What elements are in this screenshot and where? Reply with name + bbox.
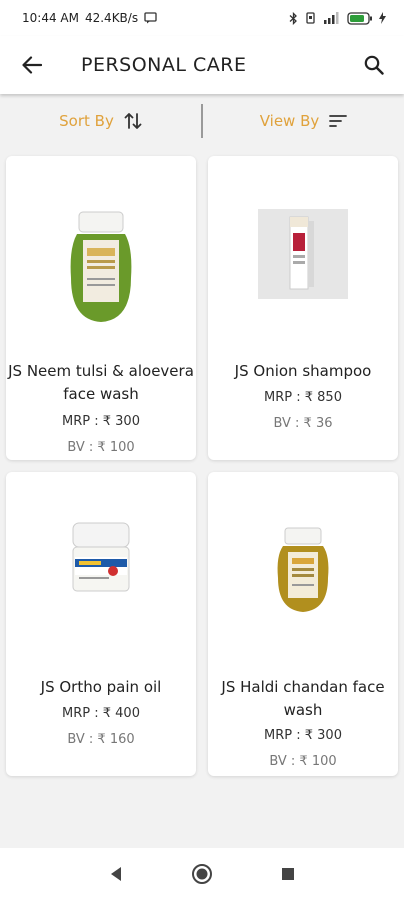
filter-lines-icon — [329, 115, 348, 127]
product-name: JS Ortho pain oil — [40, 678, 162, 696]
sort-by-button[interactable]: Sort By — [0, 112, 201, 130]
product-bv: BV : ₹ 36 — [273, 416, 333, 431]
nav-home-icon — [192, 864, 212, 884]
yellow-bottle-image — [277, 527, 329, 612]
nav-back-icon — [111, 867, 121, 881]
product-name: JS Onion shampoo — [234, 362, 372, 380]
status-right — [289, 11, 386, 25]
product-bv: BV : ₹ 100 — [67, 440, 135, 455]
product-card[interactable]: JS Onion shampoo MRP : ₹ 850 BV : ₹ 36 — [208, 156, 398, 460]
system-nav-bar — [0, 848, 404, 900]
search-icon — [364, 55, 384, 75]
nav-back-button[interactable] — [104, 862, 128, 886]
product-image — [6, 208, 196, 328]
product-card[interactable]: JS Neem tulsi & aloevera face wash MRP :… — [6, 156, 196, 460]
message-icon — [144, 12, 157, 24]
product-mrp: MRP : ₹ 850 — [264, 390, 342, 405]
sort-by-label: Sort By — [59, 112, 114, 130]
product-mrp: MRP : ₹ 300 — [264, 728, 342, 743]
nav-home-button[interactable] — [190, 862, 214, 886]
arrow-left-icon — [22, 56, 42, 74]
page-title: PERSONAL CARE — [81, 54, 247, 76]
product-image — [208, 208, 398, 300]
product-card[interactable]: JS Haldi chandan face wash MRP : ₹ 300 B… — [208, 472, 398, 776]
sort-arrows-icon — [124, 113, 142, 129]
product-bv: BV : ₹ 100 — [269, 754, 337, 769]
shampoo-box-image — [258, 209, 348, 299]
app-bar: PERSONAL CARE — [0, 36, 404, 94]
product-image — [6, 520, 196, 596]
product-bv: BV : ₹ 160 — [67, 732, 135, 747]
view-by-label: View By — [259, 112, 320, 130]
back-button[interactable] — [0, 36, 64, 94]
status-left: 10:44 AM 42.4KB/s — [22, 11, 157, 25]
signal-icon — [323, 12, 341, 24]
battery-icon — [347, 11, 373, 25]
search-button[interactable] — [344, 36, 404, 94]
charging-icon — [379, 12, 386, 24]
vibrate-icon — [304, 12, 317, 24]
product-mrp: MRP : ₹ 400 — [62, 706, 140, 721]
status-bar: 10:44 AM 42.4KB/s — [0, 0, 404, 36]
view-by-button[interactable]: View By — [203, 112, 404, 130]
green-bottle-image — [70, 211, 132, 322]
product-mrp: MRP : ₹ 300 — [62, 414, 140, 429]
status-speed: 42.4KB/s — [84, 11, 139, 25]
nav-recents-icon — [282, 868, 294, 880]
sort-view-bar: Sort By View By — [0, 100, 404, 142]
product-image — [208, 526, 398, 614]
bluetooth-icon — [289, 11, 298, 25]
product-name: JS Neem tulsi & aloevera face wash — [8, 362, 194, 403]
ortho-jar-image — [72, 522, 130, 592]
nav-recents-button[interactable] — [276, 862, 300, 886]
status-time: 10:44 AM — [22, 11, 79, 25]
product-name: JS Haldi chandan face wash — [221, 678, 385, 719]
product-card[interactable]: JS Ortho pain oil MRP : ₹ 400 BV : ₹ 160 — [6, 472, 196, 776]
